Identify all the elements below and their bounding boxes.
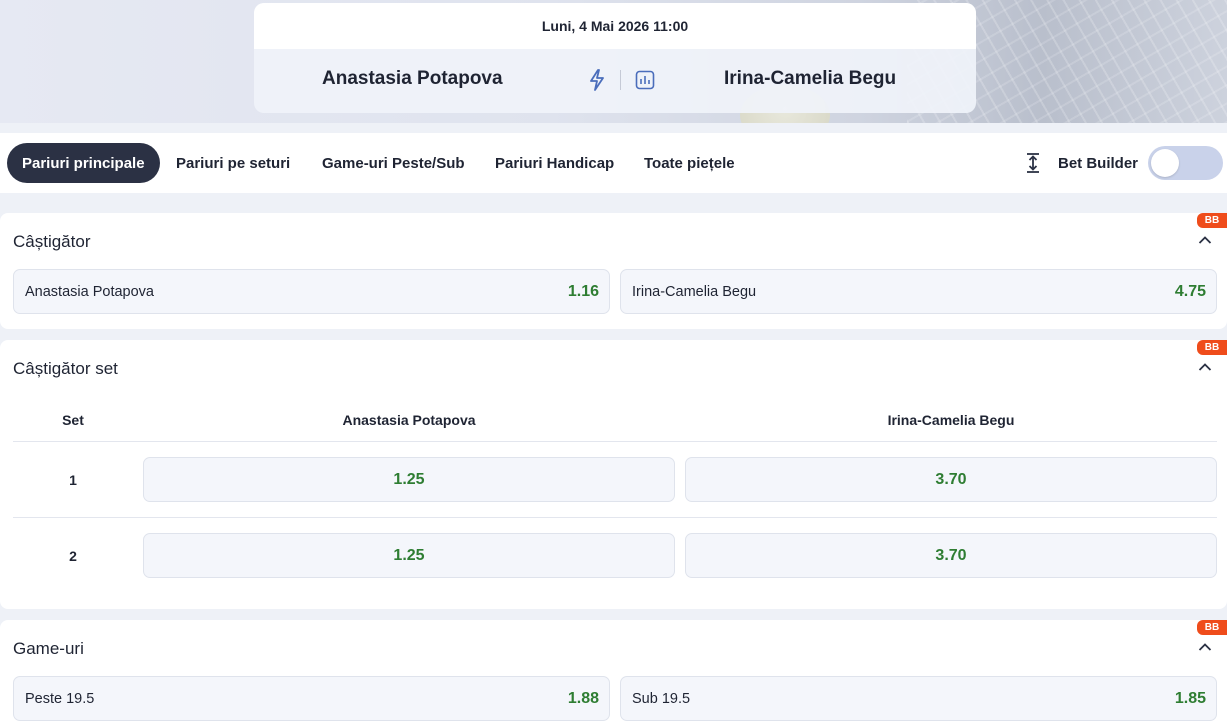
home-team-name: Anastasia Potapova [322,68,503,89]
odd-value: 1.25 [393,471,425,488]
toggle-knob [1151,149,1179,177]
lightning-icon[interactable] [588,69,606,91]
market-title: Câștigător [13,232,91,251]
bet-builder-badge: BB [1197,620,1227,635]
odd-button[interactable]: Irina-Camelia Begu 4.75 [620,269,1217,314]
tab-pariuri-principale[interactable]: Pariuri principale [7,143,160,183]
away-team-name: Irina-Camelia Begu [724,68,897,89]
stats-icon[interactable] [635,70,655,90]
outcome-label: Anastasia Potapova [25,284,154,300]
market-title: Game-uri [13,639,84,658]
outcome-label: Irina-Camelia Begu [632,284,757,300]
odd-value: 1.25 [393,547,425,564]
odd-value: 4.75 [1174,283,1206,300]
expand-vertical-icon[interactable] [1024,152,1042,174]
tab-pariuri-handicap[interactable]: Pariuri Handicap [480,143,629,183]
bet-builder-toggle[interactable] [1148,146,1223,180]
odd-value: 1.88 [567,690,599,707]
odd-button[interactable]: Sub 19.5 1.85 [620,676,1217,721]
tab-game-uri-peste-sub[interactable]: Game-uri Peste/Sub [307,143,480,183]
match-actions [588,69,655,91]
column-header-away: Irina-Camelia Begu [887,412,1015,428]
odd-value: 3.70 [935,547,967,564]
match-date: Luni, 4 Mai 2026 11:00 [254,3,976,49]
odd-value: 1.85 [1174,690,1206,707]
odd-button[interactable]: 1.25 [143,457,675,502]
set-number: 1 [69,472,77,488]
match-card: Luni, 4 Mai 2026 11:00 Anastasia Potapov… [254,3,976,113]
chevron-up-icon[interactable] [1198,642,1212,652]
match-teams: Anastasia Potapova Irina-Camelia Begu [254,49,976,113]
chevron-up-icon[interactable] [1198,235,1212,245]
bet-builder-badge: BB [1197,340,1227,355]
odd-button[interactable]: 3.70 [685,457,1217,502]
tab-toate-pietele[interactable]: Toate piețele [629,143,750,183]
bet-builder-control: Bet Builder [1024,145,1223,181]
set-number: 2 [69,548,77,564]
match-header: Luni, 4 Mai 2026 11:00 Anastasia Potapov… [0,0,1227,123]
odd-button[interactable]: 1.25 [143,533,675,578]
chevron-up-icon[interactable] [1198,362,1212,372]
column-header-home: Anastasia Potapova [342,412,476,428]
odd-value: 3.70 [935,471,967,488]
market-games: BB Game-uri Peste 19.5 1.88 Sub 19.5 1.8… [0,620,1227,727]
odd-button[interactable]: Peste 19.5 1.88 [13,676,610,721]
column-header-set: Set [62,412,84,428]
market-tabs: Pariuri principale Pariuri pe seturi Gam… [0,133,1227,193]
icon-separator [620,70,621,90]
divider [13,517,1217,518]
bet-builder-label: Bet Builder [1057,154,1138,172]
outcome-label: Peste 19.5 [25,691,95,707]
divider [13,441,1217,442]
outcome-label: Sub 19.5 [632,691,691,707]
odd-button[interactable]: 3.70 [685,533,1217,578]
market-set-winner: BB Câștigător set Set Anastasia Potapova… [0,340,1227,609]
market-winner: BB Câștigător Anastasia Potapova 1.16 Ir… [0,213,1227,329]
odd-value: 1.16 [567,283,599,300]
odd-button[interactable]: Anastasia Potapova 1.16 [13,269,610,314]
tab-pariuri-pe-seturi[interactable]: Pariuri pe seturi [161,143,305,183]
market-title: Câștigător set [13,359,118,378]
bet-builder-badge: BB [1197,213,1227,228]
